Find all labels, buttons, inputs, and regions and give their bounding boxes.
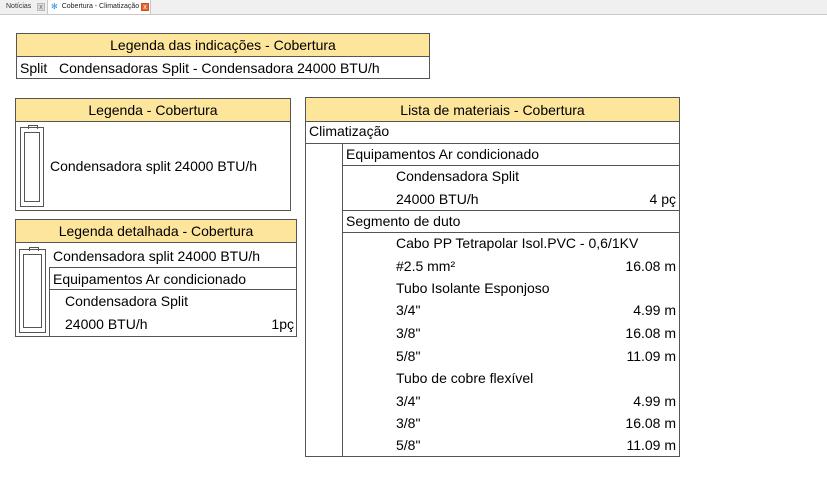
materials-group-label: Segmento de duto [346, 213, 461, 229]
materials-row-label: 3/8" [396, 415, 421, 431]
indication-description: Condensadoras Split - Condensadora 24000… [59, 60, 380, 76]
materials-row-value: 16.08 m [625, 258, 676, 274]
legend-indications-panel: Legenda das indicações - Cobertura Split… [16, 33, 430, 79]
materials-row-value: 16.08 m [625, 415, 676, 431]
materials-row-label: 3/4" [396, 302, 421, 318]
close-icon[interactable]: x [141, 3, 149, 11]
materials-row-label: 24000 BTU/h [396, 191, 479, 207]
panel-title: Legenda detalhada - Cobertura [16, 220, 296, 243]
document-tab-bar: Notícias x ✻ Cobertura - Climatização x [0, 0, 827, 15]
tab-cobertura-climatizacao[interactable]: ✻ Cobertura - Climatização x [47, 0, 151, 14]
condenser-unit-icon [20, 125, 44, 207]
materials-row-label: Tubo Isolante Esponjoso [396, 280, 550, 296]
materials-list-panel: Lista de materiais - Cobertura Climatiza… [305, 97, 680, 457]
tab-label: Notícias [6, 3, 32, 10]
tab-label: Cobertura - Climatização [61, 3, 140, 10]
materials-row-label: 3/4" [396, 393, 421, 409]
materials-row-label: 5/8" [396, 348, 421, 364]
detailed-item-label: Condensadora split 24000 BTU/h [53, 248, 261, 264]
materials-row-value: 11.09 m [626, 437, 676, 453]
materials-row-value: 4 pç [649, 191, 676, 207]
detailed-spec-label: 24000 BTU/h [65, 316, 148, 332]
legend-item-label: Condensadora split 24000 BTU/h [50, 158, 258, 174]
materials-group-label: Equipamentos Ar condicionado [346, 146, 540, 162]
legend-panel: Legenda - Cobertura Condensadora split 2… [15, 98, 291, 211]
materials-row-label: Condensadora Split [396, 168, 519, 184]
panel-title: Lista de materiais - Cobertura [306, 98, 679, 122]
materials-row-label: Cabo PP Tetrapolar Isol.PVC - 0,6/1KV [396, 235, 639, 251]
materials-row-label: Tubo de cobre flexível [396, 370, 534, 386]
materials-row-label: 3/8" [396, 325, 421, 341]
panel-title: Legenda - Cobertura [16, 99, 290, 122]
materials-row-value: 11.09 m [626, 348, 676, 364]
materials-row-value: 16.08 m [625, 325, 676, 341]
snowflake-icon: ✻ [51, 2, 58, 11]
materials-category: Climatização [309, 123, 390, 139]
materials-row-label: 5/8" [396, 437, 421, 453]
condenser-unit-icon [19, 247, 46, 333]
close-icon[interactable]: x [37, 3, 45, 11]
materials-row-value: 4.99 m [633, 302, 676, 318]
detailed-group-label: Equipamentos Ar condicionado [53, 271, 247, 287]
panel-title: Legenda das indicações - Cobertura [17, 34, 429, 57]
legend-detailed-panel: Legenda detalhada - Cobertura Condensado… [15, 219, 297, 337]
indication-code: Split [20, 60, 48, 76]
materials-row-value: 4.99 m [633, 393, 676, 409]
tab-noticias[interactable]: Notícias x [0, 0, 47, 14]
detailed-sub-label: Condensadora Split [65, 293, 188, 309]
detailed-quantity: 1pç [271, 316, 294, 332]
materials-row-label: #2.5 mm² [396, 258, 456, 274]
